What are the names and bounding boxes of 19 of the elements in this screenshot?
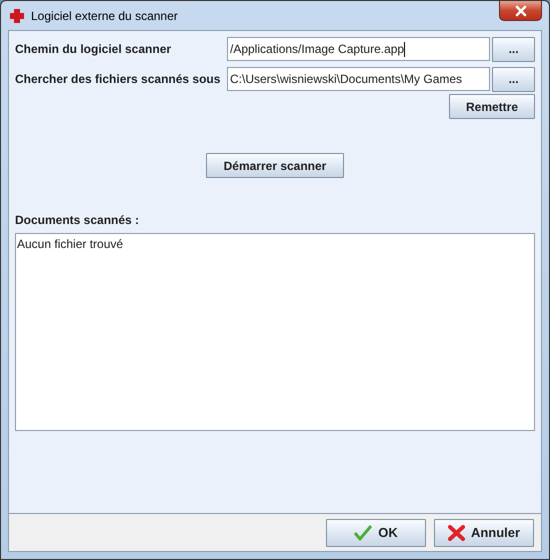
- checkmark-icon: [354, 524, 372, 540]
- cancel-button[interactable]: Annuler: [434, 518, 534, 546]
- empty-message: Aucun fichier trouvé: [17, 237, 124, 251]
- close-icon: [514, 4, 528, 16]
- path-field[interactable]: /Applications/Image Capture.app: [227, 37, 490, 61]
- cross-icon: [9, 8, 25, 24]
- reset-button[interactable]: Remettre: [449, 94, 535, 119]
- field-label: Chercher des fichiers scannés sous: [15, 72, 222, 86]
- close-button[interactable]: [499, 1, 542, 21]
- field-label: Chemin du logiciel scanner: [15, 42, 172, 56]
- documents-list[interactable]: Aucun fichier trouvé: [15, 233, 535, 431]
- ok-button[interactable]: OK: [326, 518, 426, 546]
- browse-button[interactable]: ...: [492, 36, 535, 62]
- browse-button[interactable]: ...: [492, 66, 535, 92]
- path-field[interactable]: C:\Users\wisniewski\Documents\My Games: [227, 67, 490, 91]
- documents-label: Documents scannés :: [15, 213, 140, 227]
- window-title: Logiciel externe du scanner: [31, 8, 178, 22]
- cancel-icon: [448, 524, 465, 540]
- start-scan-button[interactable]: Démarrer scanner: [206, 153, 344, 178]
